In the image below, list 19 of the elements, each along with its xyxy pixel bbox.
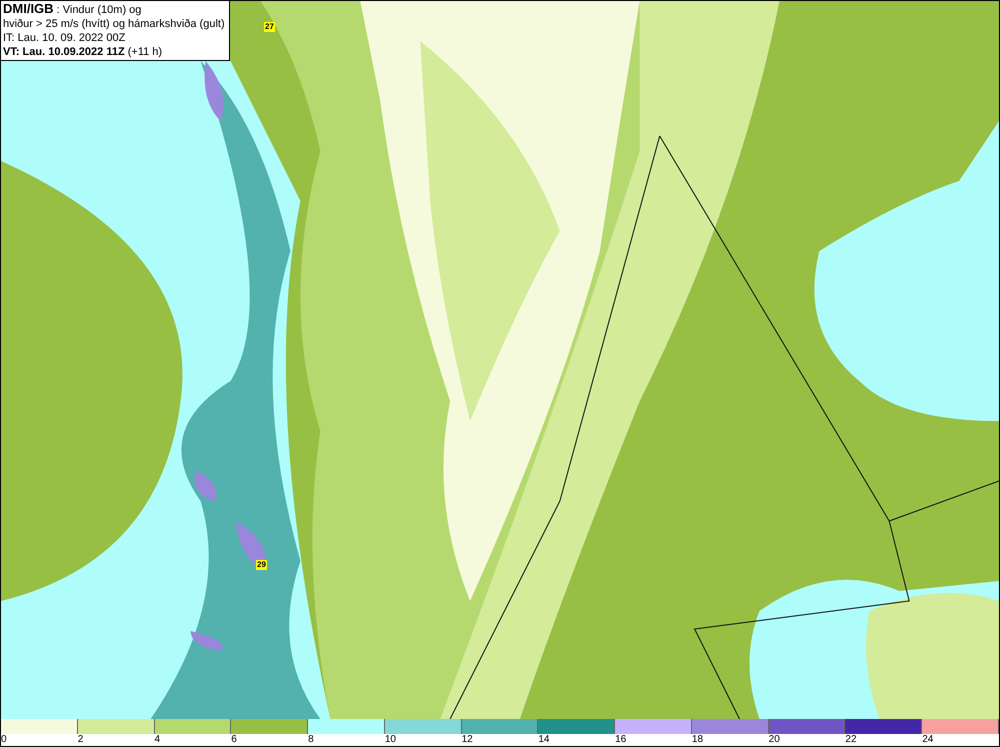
initial-time-label: IT: Lau. 10. 09. 2022 00Z — [3, 31, 126, 45]
legend-label: 2 — [78, 734, 84, 746]
valid-time-label: VT: Lau. 10.09.2022 11Z (+11 h) — [3, 45, 164, 59]
legend-label: 4 — [154, 734, 160, 746]
legend-label: 10 — [384, 734, 396, 746]
legend-label: 6 — [231, 734, 237, 746]
map-subtitle: hviður > 25 m/s (hvítt) og hámarkshviða (gult) — [3, 17, 225, 31]
map-title: DMI/IGB : Vindur (10m) og — [3, 2, 142, 17]
legend-label: 16 — [615, 734, 626, 746]
legend-label: 14 — [538, 734, 550, 746]
legend-label: 12 — [462, 734, 473, 746]
legend-label: 24 — [922, 734, 934, 746]
legend-label: 20 — [768, 734, 780, 746]
max-gust-label: 29 — [256, 560, 267, 570]
legend-label: 0 — [1, 734, 7, 746]
legend-label: 8 — [308, 734, 314, 746]
legend-label: 22 — [845, 734, 857, 746]
legend-label: 18 — [692, 734, 704, 746]
max-gust-label: 27 — [264, 22, 275, 32]
